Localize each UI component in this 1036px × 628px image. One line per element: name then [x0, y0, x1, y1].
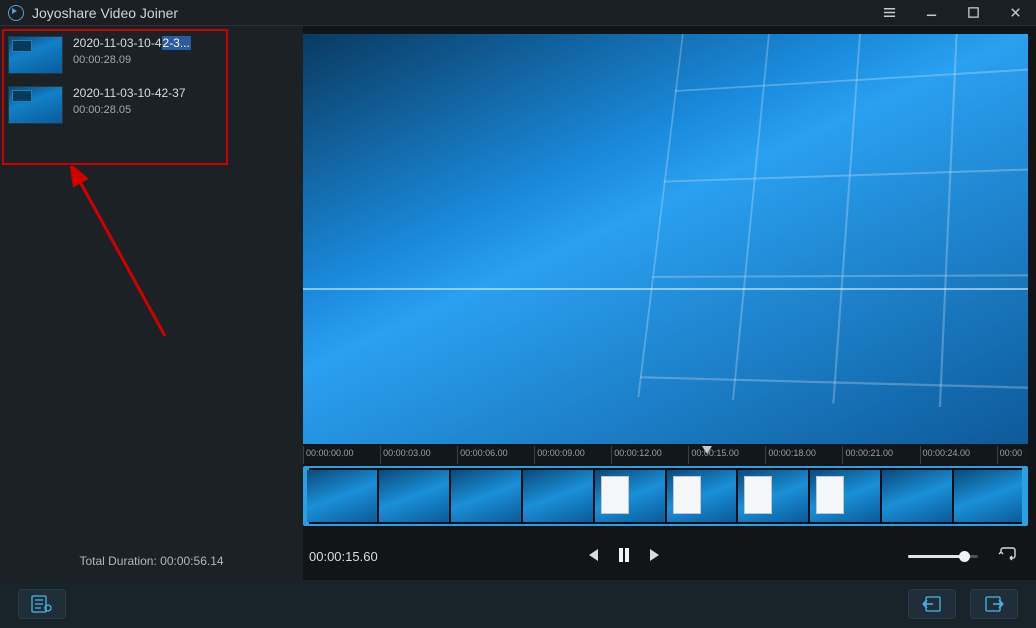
clip-item[interactable]: 2020-11-03-10-42-3... 00:00:28.09: [0, 30, 303, 80]
annotation-arrow-icon: [60, 166, 180, 346]
playhead-marker-icon[interactable]: [702, 446, 712, 454]
format-button[interactable]: [18, 589, 66, 619]
timeline-ruler[interactable]: 00:00:00.00 00:00:03.00 00:00:06.00 00:0…: [303, 446, 1028, 464]
minimize-icon: [925, 6, 938, 19]
clip-info: 2020-11-03-10-42-3... 00:00:28.09: [73, 36, 295, 66]
playback-controls: 00:00:15.60: [303, 532, 1028, 580]
window-buttons: [868, 0, 1036, 25]
pause-icon: [615, 546, 633, 564]
loop-icon: [998, 547, 1018, 563]
title-bar: Joyoshare Video Joiner: [0, 0, 1036, 26]
skip-back-icon: [583, 546, 601, 564]
clip-name: 2020-11-03-10-42-37: [73, 86, 295, 100]
maximize-button[interactable]: [952, 0, 994, 25]
minimize-button[interactable]: [910, 0, 952, 25]
back-button[interactable]: [908, 589, 956, 619]
footer-bar: [0, 580, 1036, 628]
app-title: Joyoshare Video Joiner: [32, 5, 868, 21]
clip-thumbnail: [8, 86, 63, 124]
main-area: 2020-11-03-10-42-3... 00:00:28.09 2020-1…: [0, 26, 1036, 580]
prev-button[interactable]: [583, 546, 601, 567]
volume-slider[interactable]: [908, 555, 978, 558]
list-settings-icon: [31, 595, 53, 613]
arrow-left-box-icon: [921, 595, 943, 613]
video-preview[interactable]: [303, 34, 1028, 444]
trim-handle-right[interactable]: [1022, 468, 1028, 524]
current-time: 00:00:15.60: [303, 549, 583, 564]
pause-button[interactable]: [615, 546, 633, 567]
filmstrip[interactable]: [303, 466, 1028, 526]
total-duration: Total Duration: 00:00:56.14: [0, 554, 303, 568]
clip-thumbnail: [8, 36, 63, 74]
hamburger-icon: [883, 6, 896, 19]
skip-forward-icon: [647, 546, 665, 564]
arrow-right-box-icon: [983, 595, 1005, 613]
preview-panel: 00:00:00.00 00:00:03.00 00:00:06.00 00:0…: [303, 26, 1036, 580]
close-button[interactable]: [994, 0, 1036, 25]
clip-list-panel: 2020-11-03-10-42-3... 00:00:28.09 2020-1…: [0, 26, 303, 580]
menu-button[interactable]: [868, 0, 910, 25]
next-button[interactable]: [647, 546, 665, 567]
export-button[interactable]: [970, 589, 1018, 619]
loop-button[interactable]: [998, 547, 1018, 566]
clip-info: 2020-11-03-10-42-37 00:00:28.05: [73, 86, 295, 116]
clip-duration: 00:00:28.05: [73, 104, 295, 116]
maximize-icon: [967, 6, 980, 19]
clip-name: 2020-11-03-10-42-3...: [73, 36, 295, 50]
app-logo-icon: [8, 5, 24, 21]
clip-duration: 00:00:28.09: [73, 54, 295, 66]
clip-item[interactable]: 2020-11-03-10-42-37 00:00:28.05: [0, 80, 303, 130]
close-icon: [1009, 6, 1022, 19]
